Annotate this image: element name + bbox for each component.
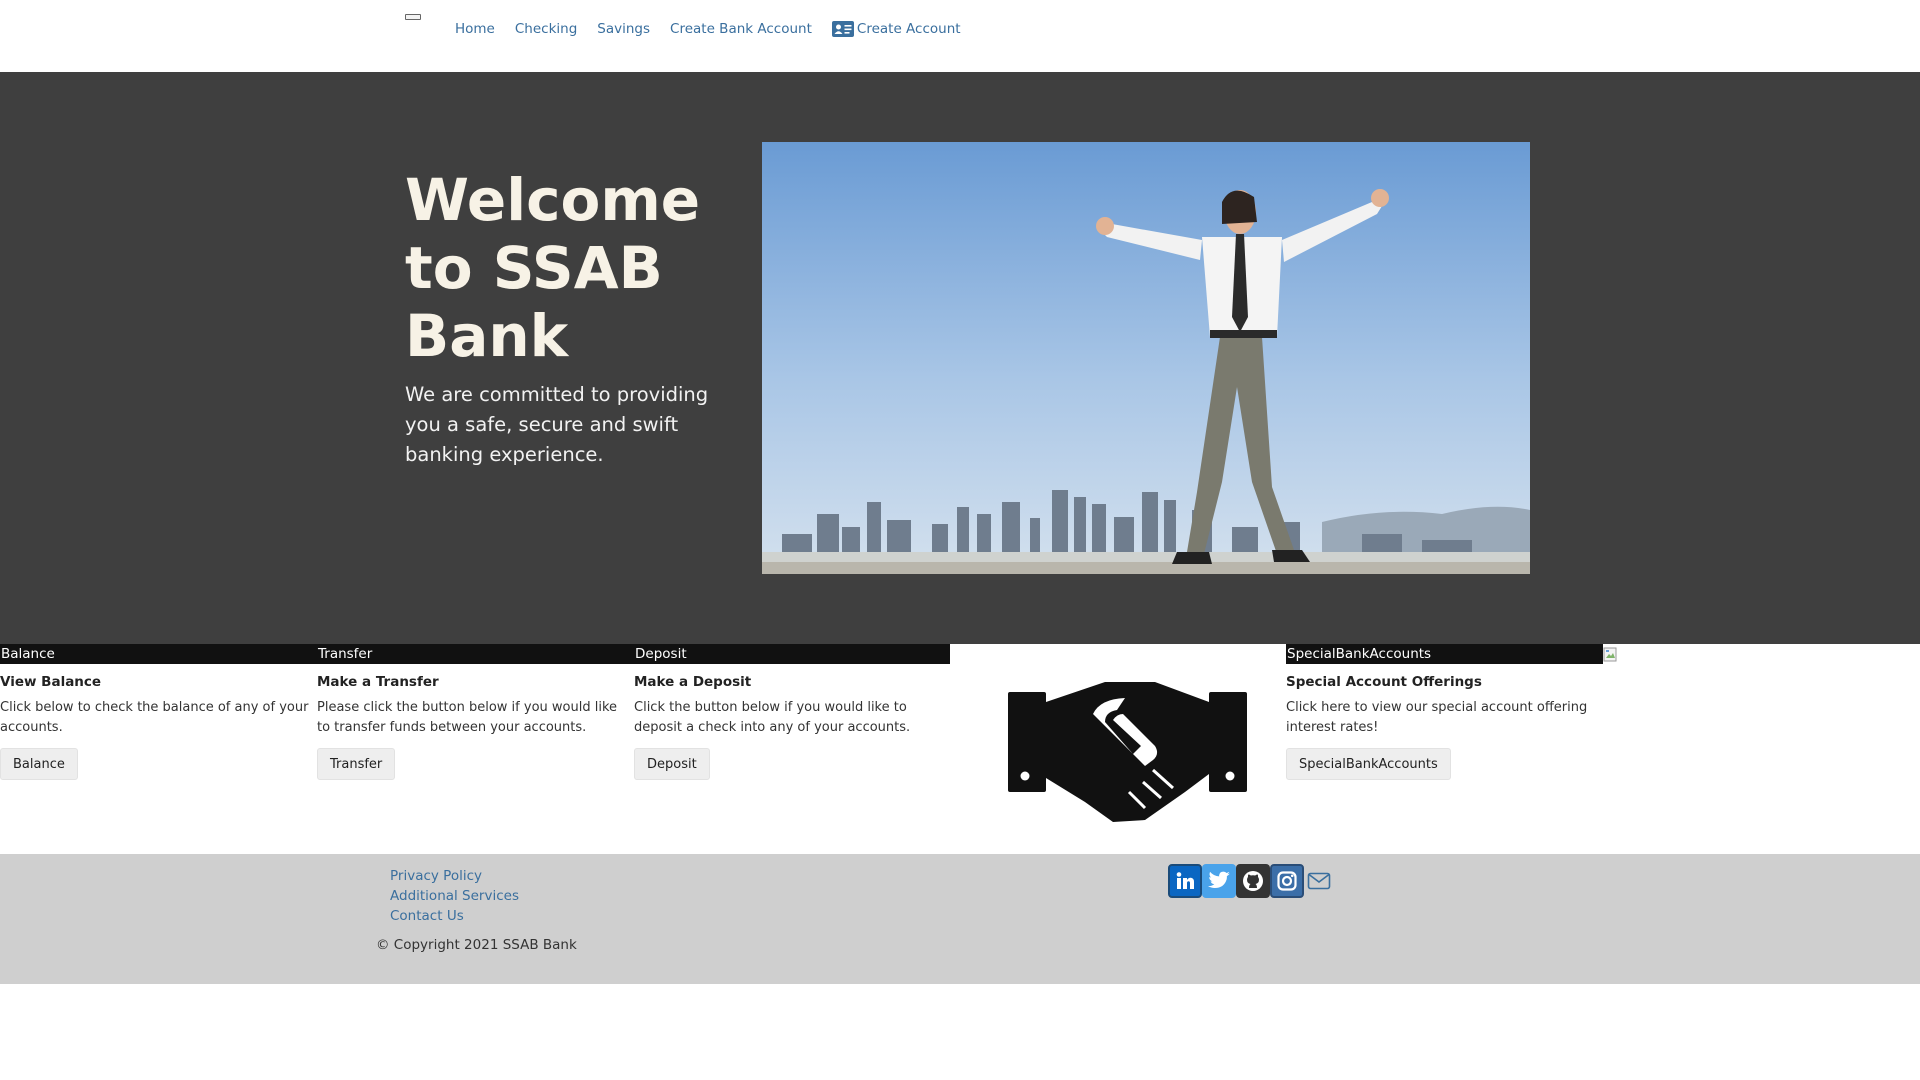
balance-button[interactable]: Balance [0,748,78,780]
nav-savings[interactable]: Savings [597,21,650,37]
card-title: Make a Transfer [317,674,439,690]
hero-title: Welcome to SSAB Bank [405,166,701,370]
copyright: © Copyright 2021 SSAB Bank [376,937,577,953]
card-text: Click here to view our special account o… [1286,700,1588,735]
nav-create-account[interactable]: Create Account [831,21,961,37]
card-title: Special Account Offerings [1286,674,1482,690]
hero-subtitle: We are committed to providing you a safe… [405,383,709,466]
card-text: Click the button below if you would like… [634,700,911,735]
linkedin-icon[interactable] [1168,864,1202,898]
hero-image [762,142,1530,574]
card-header: Transfer [317,644,634,664]
handshake-icon [1008,682,1247,822]
instagram-icon[interactable] [1270,864,1304,898]
broken-image-icon [1603,647,1617,662]
contact-us-link[interactable]: Contact Us [390,906,519,926]
deposit-card: Deposit Make a Deposit Click the button … [634,644,950,780]
additional-services-link[interactable]: Additional Services [390,886,519,906]
special-accounts-button[interactable]: SpecialBankAccounts [1286,748,1451,780]
nav-checking[interactable]: Checking [515,21,577,37]
twitter-icon[interactable] [1202,864,1236,898]
balance-card: Balance View Balance Click below to chec… [0,644,317,780]
card-header: Balance [0,644,317,664]
mail-icon[interactable] [1304,864,1334,898]
footer-links: Privacy Policy Additional Services Conta… [390,866,519,926]
card-header: SpecialBankAccounts [1286,644,1603,664]
special-accounts-card: SpecialBankAccounts Special Account Offe… [1286,644,1603,780]
nav-home[interactable]: Home [455,21,495,37]
hero-section: Welcome to SSAB Bank We are committed to… [0,72,1920,644]
deposit-button[interactable]: Deposit [634,748,710,780]
card-text: Please click the button below if you wou… [317,700,618,735]
id-card-icon [831,21,854,37]
card-text: Click below to check the balance of any … [0,700,309,735]
transfer-card: Transfer Make a Transfer Please click th… [317,644,634,780]
nav-links: Home Checking Savings Create Bank Accoun… [455,21,981,37]
github-icon[interactable] [1236,864,1270,898]
card-header: Deposit [634,644,950,664]
social-links [1168,864,1334,898]
navbar: Home Checking Savings Create Bank Accoun… [0,0,1920,72]
cards-section: Balance View Balance Click below to chec… [0,644,1920,854]
footer: Privacy Policy Additional Services Conta… [0,854,1920,984]
nav-create-bank-account[interactable]: Create Bank Account [670,21,812,37]
menu-toggle-icon[interactable] [405,14,421,20]
card-title: View Balance [0,674,102,690]
privacy-policy-link[interactable]: Privacy Policy [390,866,519,886]
card-title: Make a Deposit [634,674,752,690]
transfer-button[interactable]: Transfer [317,748,396,780]
nav-create-account-label: Create Account [856,21,961,37]
